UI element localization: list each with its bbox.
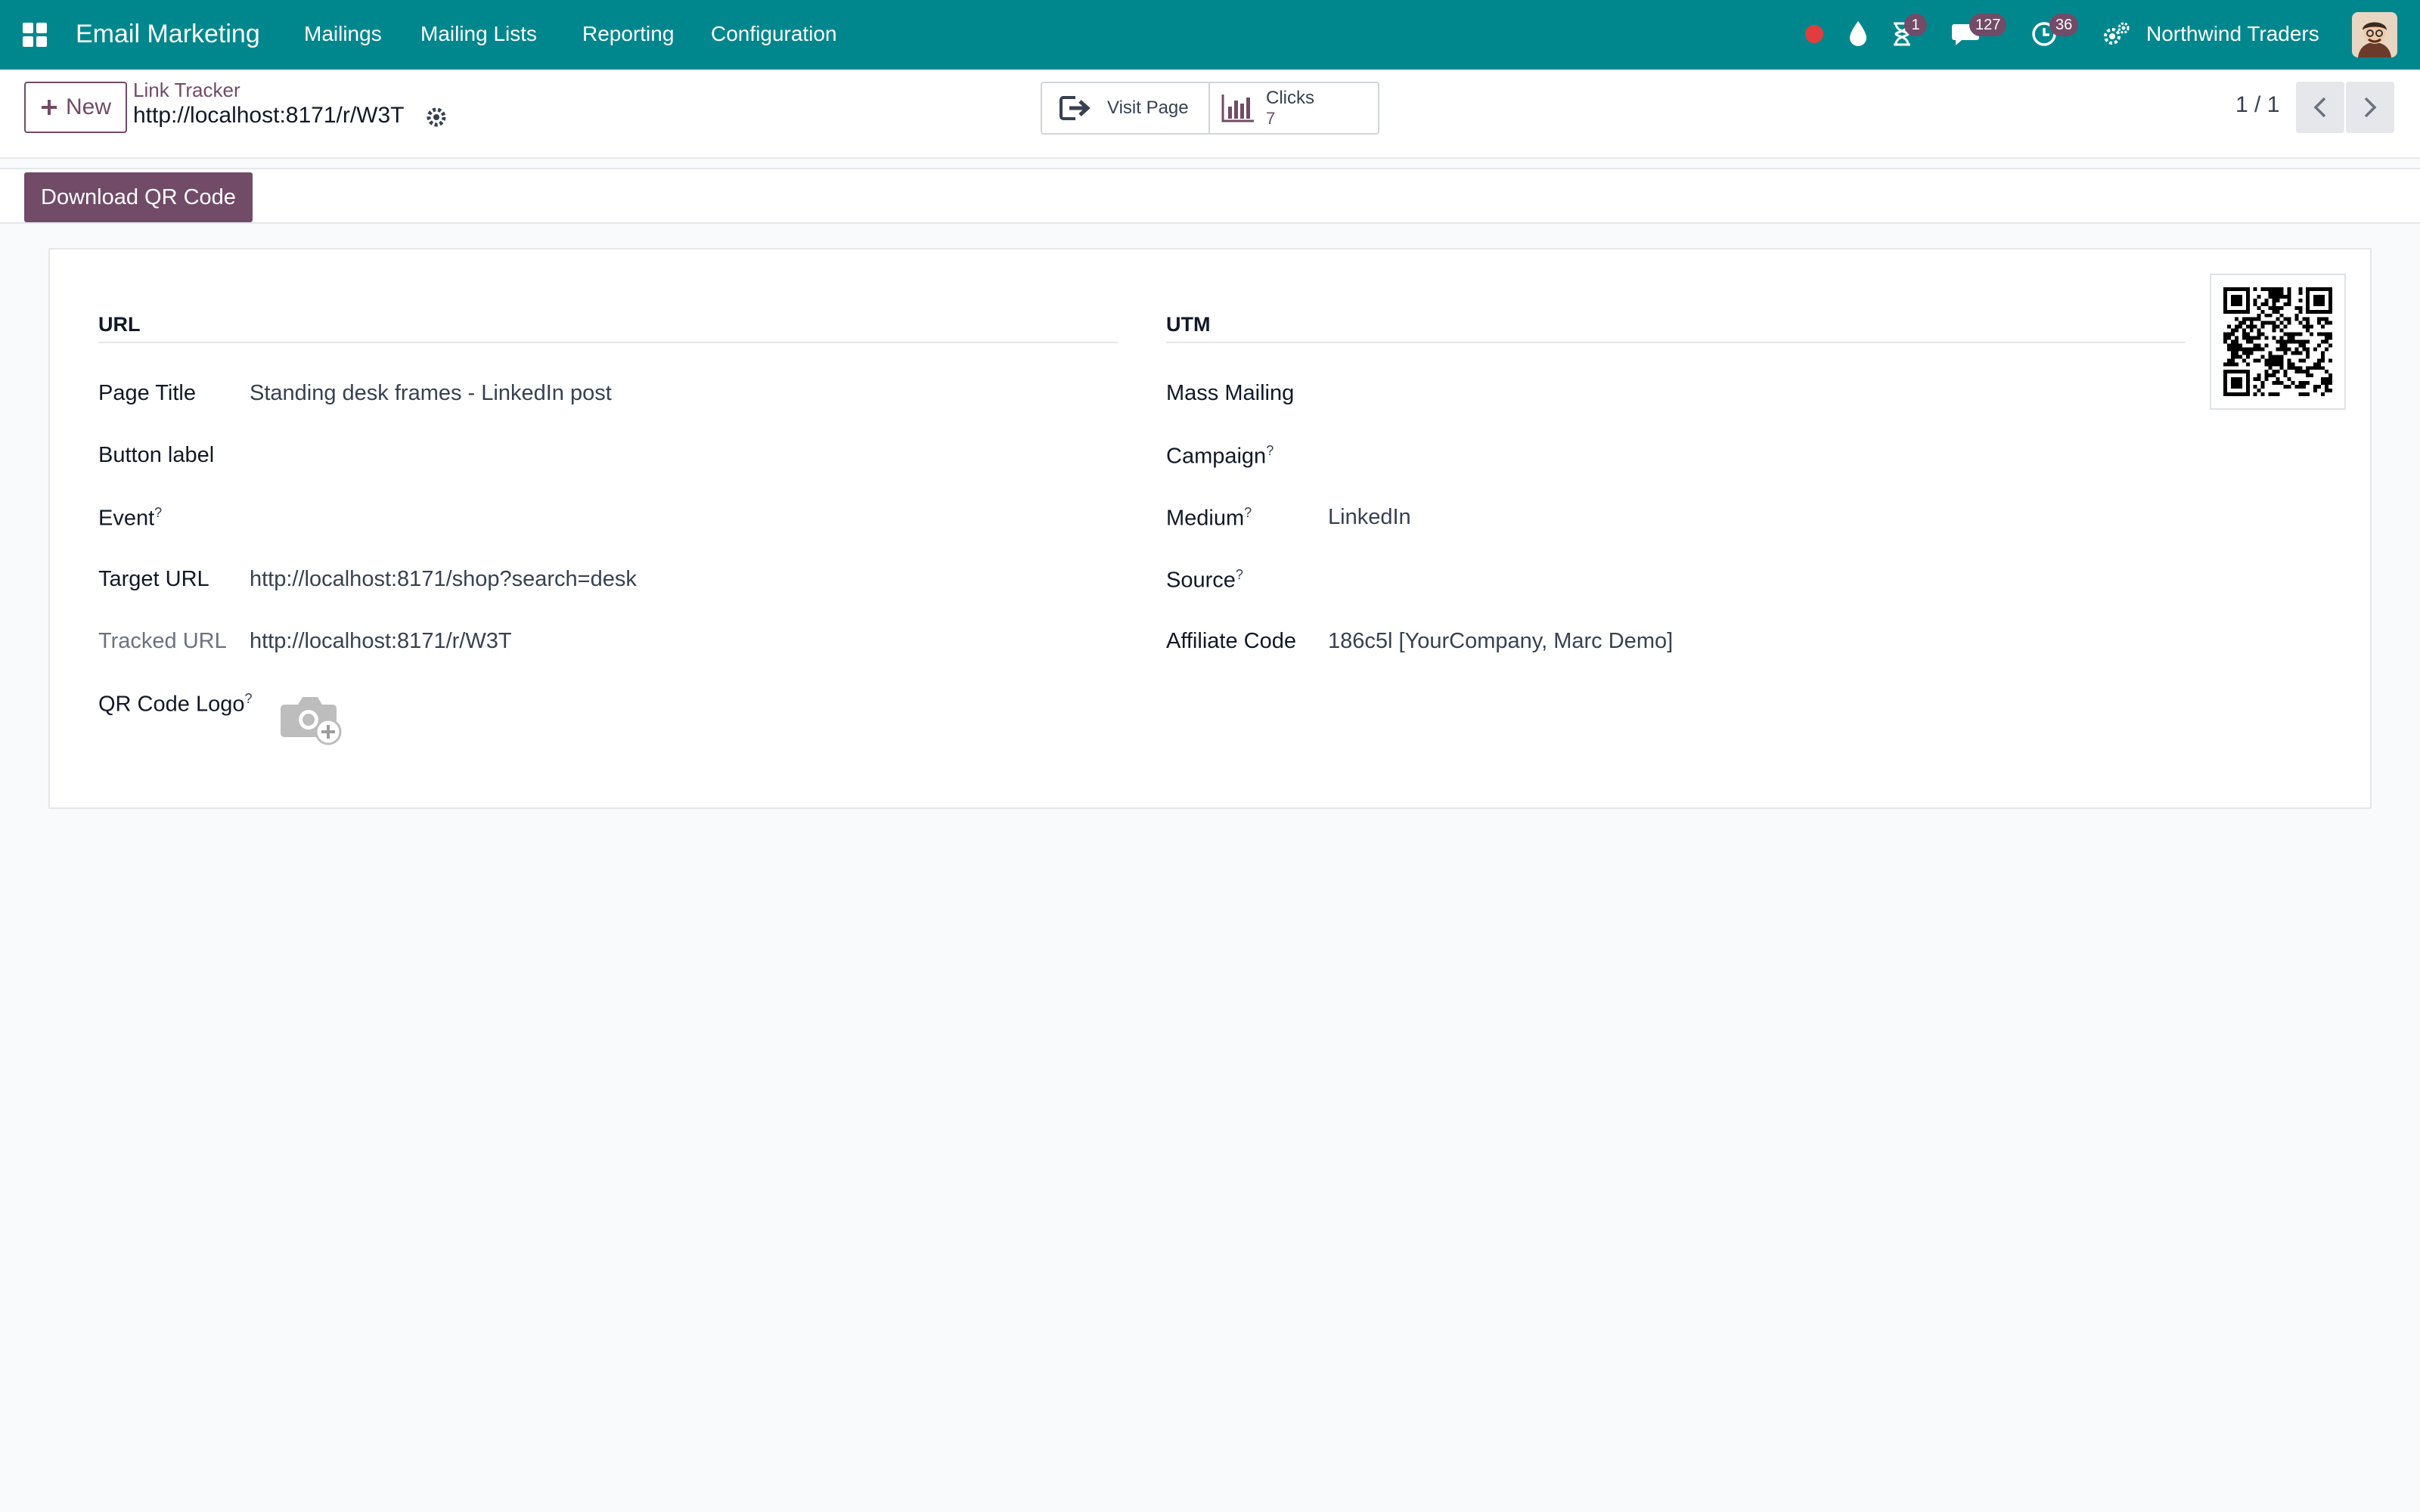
mass-mailing-field[interactable] xyxy=(1328,378,2160,408)
visit-page-label: Visit Page xyxy=(1107,98,1189,118)
medium-field[interactable]: LinkedIn xyxy=(1328,505,1411,530)
event-field[interactable] xyxy=(250,502,1081,532)
activity-badge: 1 xyxy=(1904,14,1927,36)
record-dot-icon[interactable] xyxy=(1803,23,1826,45)
chevron-left-icon xyxy=(2313,97,2326,118)
sign-in-icon xyxy=(1060,96,1091,120)
page-title-label: Page Title xyxy=(98,381,196,405)
control-panel: New Link Tracker http://localhost:8171/r… xyxy=(0,70,2420,159)
new-button[interactable]: New xyxy=(24,82,127,133)
smart-buttons: Visit Page Clicks 7 xyxy=(1041,82,1379,135)
affiliate-code-field[interactable]: 186c5l [YourCompany, Marc Demo] xyxy=(1328,629,1673,654)
pager-value[interactable]: 1 / 1 xyxy=(2235,92,2279,118)
qr-code-image xyxy=(2210,274,2346,410)
menu-mailing-lists[interactable]: Mailing Lists xyxy=(420,18,537,50)
tracked-url-field: http://localhost:8171/r/W3T xyxy=(250,629,512,653)
qr-code-icon xyxy=(2223,287,2332,396)
source-help-tooltip[interactable]: ? xyxy=(1236,567,1243,582)
app-brand[interactable]: Email Marketing xyxy=(76,17,260,51)
campaign-field[interactable] xyxy=(1328,440,2160,470)
menu-configuration[interactable]: Configuration xyxy=(711,18,837,50)
menu-mailings[interactable]: Mailings xyxy=(304,18,382,50)
utm-group-title: UTM xyxy=(1166,313,1211,336)
breadcrumb[interactable]: Link Tracker xyxy=(133,79,240,102)
menu-reporting[interactable]: Reporting xyxy=(582,18,674,50)
campaign-label: Campaign? xyxy=(1166,443,1274,469)
settings-gears-icon[interactable] xyxy=(2101,20,2131,50)
new-button-label: New xyxy=(65,94,111,119)
medium-label: Medium? xyxy=(1166,505,1252,531)
download-qr-code-button[interactable]: Download QR Code xyxy=(24,172,253,222)
visit-page-button[interactable]: Visit Page xyxy=(1042,83,1208,133)
clicks-count: 7 xyxy=(1266,109,1276,128)
url-group-title: URL xyxy=(98,313,141,336)
tracked-url-label: Tracked URL xyxy=(98,629,227,653)
pager-next-button[interactable] xyxy=(2346,82,2394,133)
url-group-divider xyxy=(98,342,1118,343)
user-avatar-icon xyxy=(2352,12,2397,57)
record-title: http://localhost:8171/r/W3T xyxy=(133,103,405,128)
source-field[interactable] xyxy=(1328,564,2160,594)
mass-mailing-label: Mass Mailing xyxy=(1166,381,1295,405)
bar-chart-icon xyxy=(1221,94,1254,122)
plus-icon xyxy=(41,100,57,115)
clicks-label: Clicks xyxy=(1266,88,1314,108)
utm-group-divider xyxy=(1166,342,2186,343)
target-url-label: Target URL xyxy=(98,567,209,591)
droplet-icon[interactable] xyxy=(1847,18,1869,48)
page-title-field[interactable]: Standing desk frames - LinkedIn post xyxy=(250,381,612,406)
affiliate-code-label: Affiliate Code xyxy=(1166,629,1296,653)
qr-code-logo-label: QR Code Logo? xyxy=(98,691,253,717)
campaign-help-tooltip[interactable]: ? xyxy=(1266,443,1274,458)
form-sheet: URL Page Title Standing desk frames - Li… xyxy=(48,248,2372,809)
form-statusbar: Download QR Code xyxy=(0,168,2420,224)
qr-code-logo-help-tooltip[interactable]: ? xyxy=(244,691,252,706)
medium-help-tooltip[interactable]: ? xyxy=(1244,505,1252,520)
top-navbar: Email Marketing Mailings Mailing Lists R… xyxy=(0,0,2420,70)
company-switcher[interactable]: Northwind Traders xyxy=(2146,18,2319,50)
button-label-label: Button label xyxy=(98,443,215,467)
clicks-button[interactable]: Clicks 7 xyxy=(1208,83,1378,133)
source-label: Source? xyxy=(1166,567,1243,593)
messages-badge: 127 xyxy=(1969,14,2007,36)
clock-badge: 36 xyxy=(2049,14,2079,36)
pager-previous-button[interactable] xyxy=(2296,82,2344,133)
event-help-tooltip[interactable]: ? xyxy=(154,505,162,520)
button-label-field[interactable] xyxy=(250,440,1081,470)
avatar[interactable] xyxy=(2352,12,2397,57)
target-url-field[interactable]: http://localhost:8171/shop?search=desk xyxy=(250,567,637,592)
apps-grid-icon[interactable] xyxy=(21,21,48,48)
event-label: Event? xyxy=(98,505,163,531)
camera-plus-icon[interactable] xyxy=(278,688,346,748)
chevron-right-icon xyxy=(2364,97,2377,118)
gear-icon[interactable] xyxy=(425,106,448,129)
